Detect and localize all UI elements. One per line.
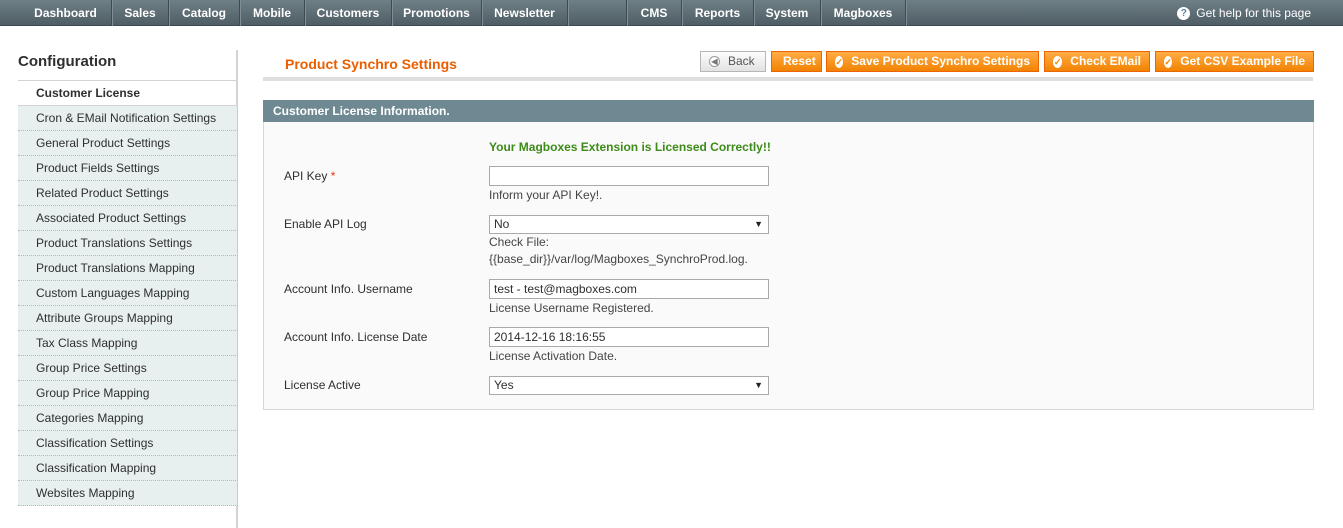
save-settings-button-label: Save Product Synchro Settings — [851, 54, 1030, 68]
help-link-label: Get help for this page — [1196, 6, 1311, 20]
page-title: Product Synchro Settings — [285, 56, 457, 72]
nav-magboxes[interactable]: Magboxes — [821, 0, 906, 26]
sidebar-item-product-translations-settings[interactable]: Product Translations Settings — [18, 231, 238, 256]
sidebar-item-custom-languages[interactable]: Custom Languages Mapping — [18, 281, 238, 306]
sidebar-title: Configuration — [18, 50, 238, 81]
sidebar-item-associated-product[interactable]: Associated Product Settings — [18, 206, 238, 231]
sidebar-item-cron-email[interactable]: Cron & EMail Notification Settings — [18, 106, 238, 131]
reset-button-label: Reset — [783, 54, 816, 68]
sidebar-item-general-product[interactable]: General Product Settings — [18, 131, 238, 156]
check-circle-icon: ✓ — [1164, 55, 1173, 68]
arrow-left-icon: ◀ — [709, 56, 720, 67]
api-key-label: API Key * — [284, 169, 335, 183]
sidebar-item-attribute-groups[interactable]: Attribute Groups Mapping — [18, 306, 238, 331]
username-note: License Username Registered. — [489, 301, 654, 315]
enable-api-log-value: No — [494, 217, 510, 231]
nav-mobile[interactable]: Mobile — [240, 0, 305, 26]
nav-dashboard[interactable]: Dashboard — [20, 0, 112, 26]
sidebar-item-group-price-mapping[interactable]: Group Price Mapping — [18, 381, 238, 406]
enable-api-log-label: Enable API Log — [284, 217, 367, 231]
fieldset-header: Customer License Information. — [263, 100, 1314, 122]
nav-catalog[interactable]: Catalog — [169, 0, 240, 26]
check-email-button-label: Check EMail — [1070, 54, 1141, 68]
sidebar-item-classification-mapping[interactable]: Classification Mapping — [18, 456, 238, 481]
license-active-value: Yes — [494, 378, 514, 392]
check-email-button[interactable]: ✓ Check EMail — [1044, 51, 1150, 72]
api-log-note-line1: Check File: — [489, 235, 550, 249]
back-button-label: Back — [728, 54, 755, 68]
sidebar-item-product-translations-mapping[interactable]: Product Translations Mapping — [18, 256, 238, 281]
sidebar-item-customer-license[interactable]: Customer License — [18, 81, 238, 106]
license-date-label: Account Info. License Date — [284, 330, 428, 344]
fieldset-body — [263, 122, 1314, 410]
get-csv-button[interactable]: ✓ Get CSV Example File — [1155, 51, 1314, 72]
license-date-input[interactable] — [489, 327, 769, 347]
nav-customers[interactable]: Customers — [305, 0, 392, 26]
get-csv-button-label: Get CSV Example File — [1180, 54, 1305, 68]
sidebar-divider — [236, 506, 238, 528]
help-circle-icon: ? — [1177, 6, 1191, 20]
help-link[interactable]: ? Get help for this page — [1177, 0, 1311, 26]
sidebar-item-group-price-settings[interactable]: Group Price Settings — [18, 356, 238, 381]
caret-down-icon: ▼ — [754, 380, 763, 390]
sidebar-item-product-fields[interactable]: Product Fields Settings — [18, 156, 238, 181]
required-marker: * — [330, 169, 336, 183]
api-key-note: Inform your API Key!. — [489, 188, 603, 202]
sidebar-item-websites-mapping[interactable]: Websites Mapping — [18, 481, 238, 506]
nav-newsletter[interactable]: Newsletter — [482, 0, 568, 26]
sidebar-item-tax-class[interactable]: Tax Class Mapping — [18, 331, 238, 356]
reset-button[interactable]: Reset — [771, 51, 822, 72]
license-active-select[interactable]: Yes ▼ — [489, 376, 769, 395]
enable-api-log-select[interactable]: No ▼ — [489, 215, 769, 234]
api-key-input[interactable] — [489, 166, 769, 186]
title-divider — [263, 77, 1313, 81]
username-label: Account Info. Username — [284, 282, 413, 296]
username-input[interactable] — [489, 279, 769, 299]
sidebar-item-related-product[interactable]: Related Product Settings — [18, 181, 238, 206]
nav-reports[interactable]: Reports — [682, 0, 754, 26]
api-key-label-text: API Key — [284, 169, 328, 183]
configuration-sidebar: Configuration Customer License Cron & EM… — [18, 50, 238, 506]
nav-sales[interactable]: Sales — [112, 0, 169, 26]
top-navigation: Dashboard Sales Catalog Mobile Customers… — [0, 0, 1343, 26]
caret-down-icon: ▼ — [754, 219, 763, 229]
nav-system[interactable]: System — [754, 0, 821, 26]
api-log-note-line2: {{base_dir}}/var/log/Magboxes_SynchroPro… — [489, 252, 748, 266]
license-date-note: License Activation Date. — [489, 349, 618, 363]
sidebar-item-categories-mapping[interactable]: Categories Mapping — [18, 406, 238, 431]
sidebar-item-classification-settings[interactable]: Classification Settings — [18, 431, 238, 456]
nav-cms[interactable]: CMS — [627, 0, 682, 26]
nav-empty[interactable] — [568, 0, 627, 26]
save-settings-button[interactable]: ✓ Save Product Synchro Settings — [826, 51, 1039, 72]
check-circle-icon: ✓ — [1053, 55, 1063, 68]
check-circle-icon: ✓ — [835, 55, 844, 68]
back-button[interactable]: ◀ Back — [700, 51, 766, 72]
license-status-message: Your Magboxes Extension is Licensed Corr… — [489, 140, 771, 154]
license-active-label: License Active — [284, 378, 361, 392]
nav-promotions[interactable]: Promotions — [392, 0, 482, 26]
